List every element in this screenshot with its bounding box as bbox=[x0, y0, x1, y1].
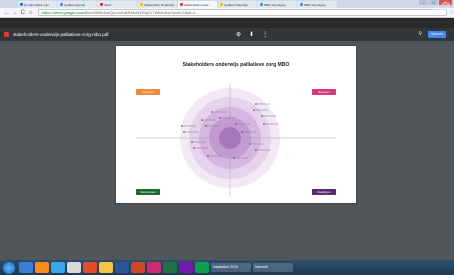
back-button[interactable]: ← bbox=[3, 10, 11, 16]
tab-favicon-icon bbox=[260, 3, 263, 6]
taskbar-window-button[interactable]: Intersoft bbox=[253, 263, 293, 272]
start-button[interactable] bbox=[3, 261, 15, 274]
tab-label: MBO Vereniging bbox=[264, 2, 286, 7]
tab-label: Update Inspirati bbox=[64, 2, 86, 7]
stakeholder-dot bbox=[183, 131, 185, 133]
taskbar-app-icon[interactable] bbox=[179, 262, 193, 273]
pdf-file-icon bbox=[4, 32, 9, 37]
pdf-toolbar: stakeholders-onderwijs-palliatieve-zorg-… bbox=[0, 28, 454, 41]
tab-label: (1) Gijs Gabie mijn bbox=[24, 2, 49, 7]
stakeholder-dot bbox=[235, 123, 237, 125]
address-bar: ← → C ⌂ https://drive.google.com/file/d/… bbox=[0, 8, 454, 18]
more-menu-icon[interactable]: ⋮ bbox=[262, 31, 268, 38]
stakeholder-dot bbox=[201, 119, 203, 121]
tab-favicon-icon bbox=[140, 3, 143, 6]
browser-tab[interactable]: MBO Vereniging bbox=[298, 1, 337, 8]
quadrant-tr-label: Betrekken bbox=[319, 91, 330, 94]
document-title: Stakeholders onderwijs palliatieve zorg … bbox=[183, 62, 290, 68]
stakeholder-dot bbox=[219, 117, 221, 119]
open-with-button[interactable]: Openen bbox=[428, 31, 446, 38]
stakeholder-dot bbox=[255, 103, 257, 105]
clock-date: 3-11-2016 bbox=[434, 7, 450, 11]
tab-label: Update Onderwijs bbox=[224, 2, 248, 7]
stakeholder-dot bbox=[191, 141, 193, 143]
windows-taskbar: Inspiration 2016 Intersoft bbox=[0, 260, 454, 275]
taskbar-app-icon[interactable] bbox=[19, 262, 33, 273]
taskbar-app-icon[interactable] bbox=[83, 262, 97, 273]
taskbar-window-button[interactable]: Inspiration 2016 bbox=[211, 263, 251, 272]
quadrant-bl-label: Samenwerken bbox=[140, 191, 156, 194]
add-icon[interactable]: ⊕ bbox=[236, 31, 241, 38]
quadrant-br-label: Raadplegen bbox=[318, 191, 332, 194]
stakeholder-dot bbox=[249, 143, 251, 145]
tab-favicon-icon bbox=[180, 3, 183, 6]
stakeholder-dot bbox=[205, 125, 207, 127]
url-secure-part: https://drive.google.com bbox=[41, 10, 85, 15]
tab-favicon-icon bbox=[20, 3, 23, 6]
pdf-viewer-area[interactable]: Stakeholders onderwijs palliatieve zorg … bbox=[0, 41, 454, 260]
taskbar-app-icon[interactable] bbox=[99, 262, 113, 273]
stakeholder-diagram: Stakeholders onderwijs palliatieve zorg … bbox=[136, 62, 336, 196]
url-path: /file/d/0B6r1bxQyLzu9dkRMcW1RdjJ1TWM/vie… bbox=[84, 10, 196, 15]
tab-label: MBO Vereniging bbox=[304, 2, 326, 7]
pdf-filename: stakeholders-onderwijs-palliatieve-zorg-… bbox=[13, 32, 109, 37]
stakeholder-dot bbox=[253, 109, 255, 111]
stakeholder-dot bbox=[181, 125, 183, 127]
tab-favicon-icon bbox=[60, 3, 63, 6]
browser-tab[interactable]: MBO Vereniging bbox=[258, 1, 297, 8]
taskbar-app-icon[interactable] bbox=[147, 262, 161, 273]
tab-favicon-icon bbox=[100, 3, 103, 6]
taskbar-app-icon[interactable] bbox=[131, 262, 145, 273]
taskbar-app-icon[interactable] bbox=[67, 262, 81, 273]
browser-tab[interactable]: Stakeholder Onderwijs bbox=[138, 1, 177, 8]
forward-button[interactable]: → bbox=[11, 10, 19, 16]
stakeholder-dot bbox=[207, 155, 209, 157]
home-button[interactable]: ⌂ bbox=[27, 10, 35, 16]
stakeholder-dot bbox=[255, 149, 257, 151]
bookmark-star-icon[interactable]: ☆ bbox=[450, 10, 454, 16]
reload-button[interactable]: C bbox=[19, 10, 27, 16]
tab-label: Stakeholder Onderwijs bbox=[144, 2, 175, 7]
taskbar-app-icon[interactable] bbox=[195, 262, 209, 273]
stakeholder-dot bbox=[241, 131, 243, 133]
stakeholder-dot bbox=[211, 111, 213, 113]
stakeholder-dot bbox=[263, 123, 265, 125]
taskbar-app-icon[interactable] bbox=[51, 262, 65, 273]
tab-label: stakeholders-onde bbox=[184, 2, 209, 7]
browser-tab[interactable]: Update Onderwijs bbox=[218, 1, 257, 8]
tab-strip: (1) Gijs Gabie mijn Update Inspirati Inbox… bbox=[0, 0, 454, 8]
browser-tab[interactable]: Update Inspirati bbox=[58, 1, 97, 8]
taskbar-app-icon[interactable] bbox=[115, 262, 129, 273]
tab-favicon-icon bbox=[220, 3, 223, 6]
browser-tab[interactable]: stakeholders-onde bbox=[178, 1, 217, 8]
search-icon[interactable]: ⚲ bbox=[418, 31, 422, 37]
taskbar-app-icon[interactable] bbox=[163, 262, 177, 273]
taskbar-app-icon[interactable] bbox=[35, 262, 49, 273]
url-input[interactable]: https://drive.google.com/file/d/0B6r1bxQ… bbox=[37, 9, 447, 16]
browser-tab[interactable]: Inbox bbox=[98, 1, 137, 8]
tab-favicon-icon bbox=[300, 3, 303, 6]
stakeholder-dot bbox=[261, 115, 263, 117]
minimize-button[interactable]: – bbox=[419, 0, 428, 5]
tab-label: Inbox bbox=[104, 2, 112, 7]
system-tray: 19:06 3-11-2016 bbox=[434, 2, 450, 12]
stakeholder-dot bbox=[193, 147, 195, 149]
quadrant-tl-label: Informeren bbox=[142, 91, 154, 94]
browser-tab[interactable]: (1) Gijs Gabie mijn bbox=[18, 1, 57, 8]
pdf-page: Stakeholders onderwijs palliatieve zorg … bbox=[116, 46, 356, 203]
stakeholder-dot bbox=[233, 157, 235, 159]
download-icon[interactable]: ⬇ bbox=[249, 31, 254, 38]
